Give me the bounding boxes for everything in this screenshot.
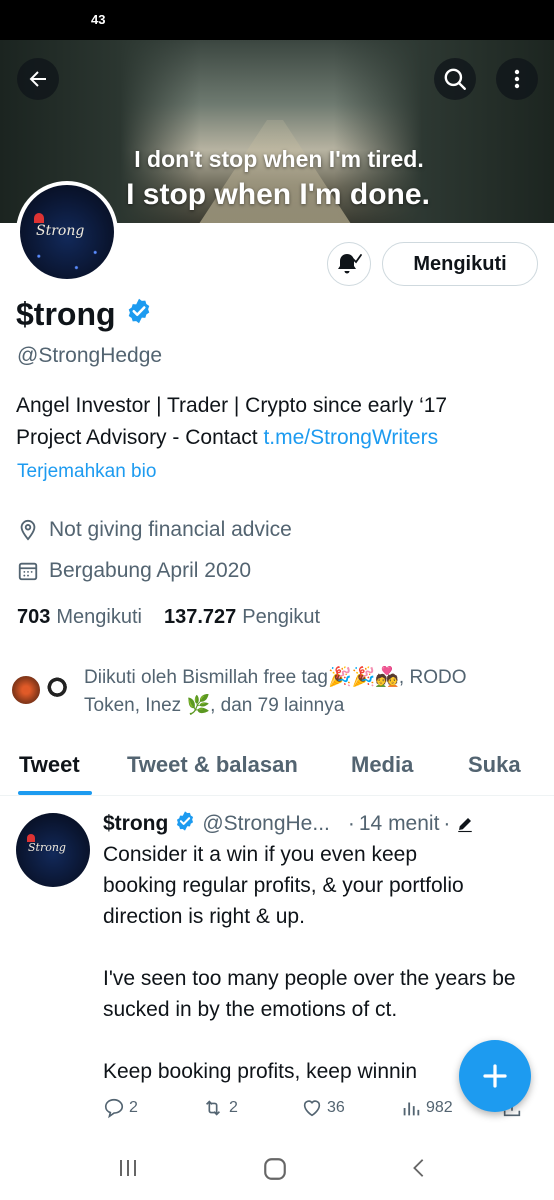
like-count: 36	[327, 1099, 345, 1116]
profile-handle: @StrongHedge	[17, 344, 163, 367]
santa-hat	[34, 213, 44, 223]
tab-likes[interactable]: Suka	[468, 752, 521, 778]
tweet-author-name[interactable]: $trong	[103, 812, 168, 836]
home-icon[interactable]	[262, 1156, 288, 1182]
avatar-stars	[20, 241, 114, 279]
plus-icon	[483, 1064, 507, 1088]
bio-link[interactable]: t.me/StrongWriters	[263, 426, 438, 449]
back-button[interactable]	[17, 58, 59, 100]
banner-quote-line1: I don't stop when I'm tired.	[134, 146, 424, 172]
followers-label: Pengikut	[242, 606, 321, 628]
follow-counts: 703 Mengikuti 137.727 Pengikut	[17, 606, 342, 629]
following-button[interactable]: Mengikuti	[382, 242, 538, 286]
tweet-header: $trong @StrongHe... · 14 menit ·	[103, 810, 474, 838]
like-heart-icon	[303, 1100, 321, 1117]
compose-tweet-button[interactable]	[459, 1040, 531, 1112]
bell-icon	[338, 254, 362, 274]
profile-bio: Angel Investor | Trader | Crypto since e…	[16, 390, 546, 454]
followers-count-link[interactable]: 137.727 Pengikut	[164, 606, 320, 629]
verified-badge-icon	[174, 810, 196, 838]
like-button[interactable]: 36	[301, 1097, 345, 1119]
profile-joined-row: Bergabung April 2020	[17, 559, 251, 583]
bio-line1: Angel Investor | Trader | Crypto since e…	[16, 394, 448, 417]
profile-location-row: Not giving financial advice	[17, 518, 292, 542]
display-name: $trong	[16, 296, 116, 332]
tab-media[interactable]: Media	[351, 752, 413, 778]
views-count: 982	[426, 1099, 453, 1116]
profile-joined: Bergabung April 2020	[49, 559, 251, 582]
tweet-paragraph-2: I've seen too many people over the years…	[103, 967, 516, 1021]
profile-tabs: Tweet Tweet & balasan Media Suka	[0, 742, 554, 796]
follower-avatar	[10, 674, 42, 706]
retweet-icon	[205, 1100, 221, 1116]
bio-line2-prefix: Project Advisory - Contact	[16, 426, 264, 449]
back-nav-icon[interactable]	[408, 1156, 430, 1180]
reply-icon	[104, 1098, 124, 1119]
following-label: Mengikuti	[56, 606, 142, 628]
avatar-image: Strong	[20, 185, 114, 279]
search-button[interactable]	[434, 58, 476, 100]
followed-by-line1: Diikuti oleh Bismillah free tag🎉🎉💑, RODO	[84, 667, 467, 688]
edit-pencil-icon[interactable]	[456, 815, 474, 833]
back-arrow-icon	[29, 71, 46, 87]
reply-button[interactable]: 2	[103, 1097, 138, 1119]
tweet-author-handle: @StrongHe...	[202, 812, 330, 835]
tab-tweets-replies[interactable]: Tweet & balasan	[127, 752, 298, 778]
status-bar: 43	[0, 0, 554, 40]
followed-by-text: Diikuti oleh Bismillah free tag🎉🎉💑, RODO…	[84, 664, 466, 720]
retweet-count: 2	[229, 1099, 238, 1116]
location-pin-icon	[20, 519, 36, 541]
tweet-avatar-logo: Strong	[28, 841, 66, 854]
follower-avatar	[44, 674, 76, 706]
notifications-bell-button[interactable]	[327, 242, 371, 286]
profile-location: Not giving financial advice	[49, 518, 292, 541]
views-chart-icon	[403, 1102, 420, 1116]
tweet-time[interactable]: 14 menit	[359, 812, 440, 836]
avatar-logo: Strong	[36, 223, 85, 239]
tweet-paragraph-1b: booking regular profits, & your portfoli…	[103, 874, 464, 928]
calendar-icon	[18, 562, 38, 581]
followers-count: 137.727	[163, 606, 237, 628]
system-navigation-bar	[0, 1132, 554, 1200]
separator-dot: ·	[347, 812, 355, 835]
following-count: 703	[17, 606, 51, 628]
views-button[interactable]: 982	[400, 1097, 453, 1119]
tweet-avatar[interactable]: Strong	[16, 813, 90, 887]
followed-by-row[interactable]: Diikuti oleh Bismillah free tag🎉🎉💑, RODO…	[10, 664, 550, 720]
profile-avatar[interactable]: Strong	[16, 181, 118, 283]
reply-count: 2	[129, 1099, 138, 1116]
retweet-button[interactable]: 2	[201, 1097, 238, 1119]
search-icon	[444, 68, 466, 90]
followed-by-line2: Token, Inez 🌿, dan 79 lainnya	[84, 695, 345, 716]
tweet-paragraph-1a: Consider it a win if you even keep	[103, 843, 418, 866]
more-vertical-icon	[514, 69, 520, 89]
separator-dot: ·	[443, 812, 451, 835]
verified-badge-icon[interactable]	[125, 296, 153, 333]
more-options-button[interactable]	[496, 58, 538, 100]
bio-line2: Project Advisory - Contact t.me/StrongWr…	[16, 422, 546, 454]
status-time: 43	[91, 12, 106, 27]
active-tab-indicator	[18, 791, 92, 795]
followed-by-avatars	[10, 674, 80, 714]
following-count-link[interactable]: 703 Mengikuti	[17, 606, 142, 629]
display-name-row: $trong	[16, 296, 153, 333]
recent-apps-icon[interactable]	[116, 1156, 140, 1180]
translate-bio-link[interactable]: Terjemahkan bio	[17, 461, 156, 483]
tab-tweets[interactable]: Tweet	[19, 752, 80, 778]
